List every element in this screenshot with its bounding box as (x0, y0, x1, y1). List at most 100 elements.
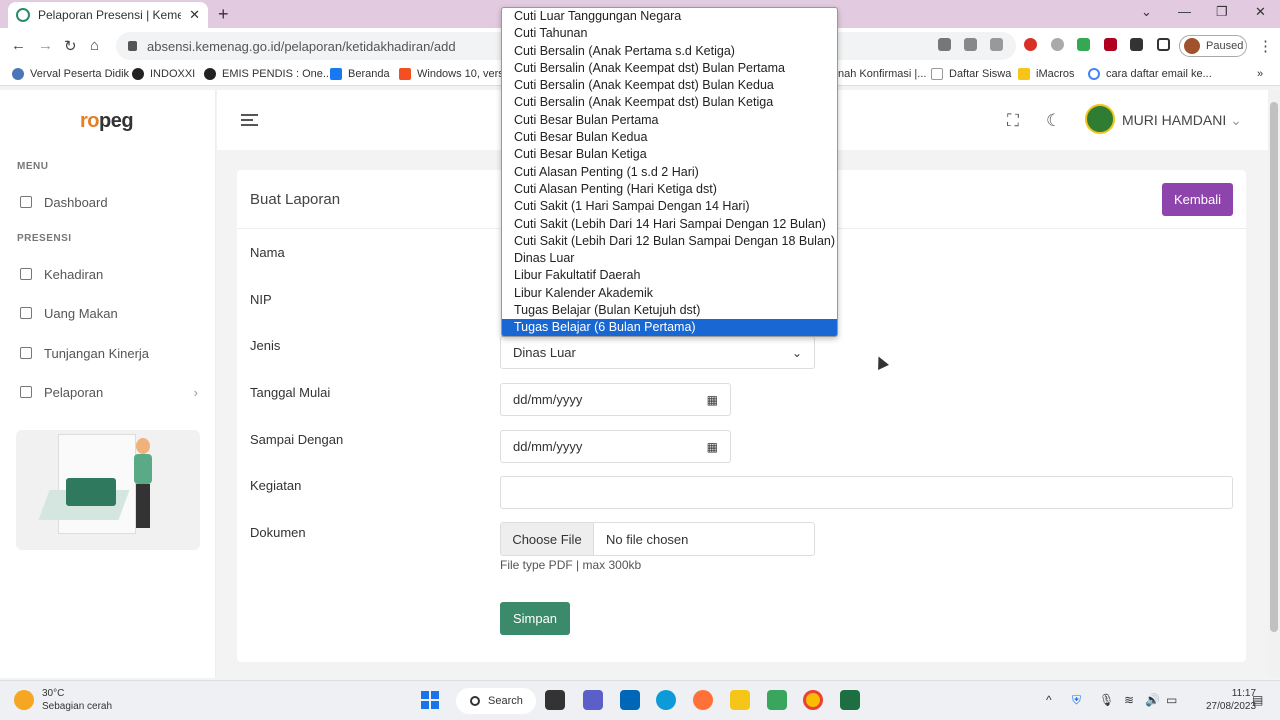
fullscreen-icon[interactable]: ⛶ (1007, 111, 1019, 131)
kegiatan-input[interactable] (500, 476, 1233, 509)
more-bookmarks-icon[interactable]: » (1257, 68, 1263, 80)
firefox-icon[interactable] (693, 690, 713, 710)
wifi-icon[interactable]: ≋ (1124, 693, 1134, 707)
dropdown-option[interactable]: Cuti Tahunan (502, 25, 837, 42)
bookmark-item[interactable]: Daftar Siswa (931, 68, 1011, 80)
dropdown-option[interactable]: Cuti Luar Tanggungan Negara (502, 8, 837, 25)
bookmark-item[interactable]: nah Konfirmasi |... (838, 68, 926, 80)
weather-widget[interactable]: 30°C Sebagian cerah (14, 687, 112, 713)
calendar-icon[interactable]: ▦ (707, 393, 718, 407)
sidebar-item-dashboard[interactable]: Dashboard (20, 187, 200, 217)
bookmark-item[interactable]: INDOXXI (132, 68, 195, 80)
dropdown-option[interactable]: Libur Fakultatif Daerah (502, 267, 837, 284)
dropdown-option[interactable]: Cuti Bersalin (Anak Pertama s.d Ketiga) (502, 43, 837, 60)
battery-icon[interactable]: ▭ (1166, 693, 1177, 707)
tab-search-icon[interactable]: ⌄ (1141, 4, 1152, 20)
back-icon[interactable]: ← (11, 37, 26, 54)
new-tab-button[interactable]: + (218, 4, 229, 25)
dark-mode-icon[interactable]: ☾ (1046, 111, 1061, 131)
bookmark-item[interactable]: cara daftar email ke... (1088, 68, 1212, 80)
extensions-puzzle-icon[interactable] (1130, 38, 1143, 51)
lock-icon (128, 41, 137, 51)
forward-icon[interactable]: → (38, 37, 53, 54)
extension-video-icon[interactable] (1104, 38, 1117, 51)
calendar-icon[interactable]: ▦ (707, 440, 718, 454)
dropdown-option[interactable]: Cuti Bersalin (Anak Keempat dst) Bulan P… (502, 60, 837, 77)
jenis-select[interactable]: Dinas Luar ⌄ (500, 336, 815, 369)
bookmark-item[interactable]: Verval Peserta Didik (12, 68, 129, 80)
window-close-icon[interactable]: ✕ (1255, 4, 1266, 20)
back-button[interactable]: Kembali (1162, 183, 1233, 216)
dropdown-option[interactable]: Cuti Alasan Penting (Hari Ketiga dst) (502, 181, 837, 198)
dropdown-option[interactable]: Dinas Luar (502, 250, 837, 267)
bookmark-star-icon[interactable] (990, 38, 1003, 51)
app-icon[interactable] (767, 690, 787, 710)
bookmark-item[interactable]: EMIS PENDIS : One... (204, 68, 332, 80)
file-explorer-icon[interactable] (730, 690, 750, 710)
sampai-dengan-input[interactable]: dd/mm/yyyy ▦ (500, 430, 731, 463)
share-icon[interactable] (964, 38, 977, 51)
home-icon (20, 196, 32, 208)
dropdown-option[interactable]: Cuti Besar Bulan Kedua (502, 129, 837, 146)
app-logo[interactable]: ropeg (80, 110, 134, 133)
notification-icon[interactable]: ▤ (1252, 693, 1263, 707)
tab-close-icon[interactable]: ✕ (189, 7, 200, 23)
chevron-down-icon: ⌄ (1230, 112, 1242, 128)
task-view-icon[interactable] (545, 690, 565, 710)
dokumen-file-input[interactable]: Choose File No file chosen (500, 522, 815, 556)
edge-icon[interactable] (656, 690, 676, 710)
presensi-heading: PRESENSI (17, 233, 72, 244)
sidepanel-icon[interactable] (1157, 38, 1170, 51)
dropdown-option[interactable]: Cuti Bersalin (Anak Keempat dst) Bulan K… (502, 94, 837, 111)
dropdown-option[interactable]: Cuti Sakit (Lebih Dari 14 Hari Sampai De… (502, 216, 837, 233)
dropdown-option[interactable]: Cuti Sakit (Lebih Dari 12 Bulan Sampai D… (502, 233, 837, 250)
tray-overflow-icon[interactable]: ^ (1046, 693, 1052, 707)
user-menu[interactable]: MURI HAMDANI ⌄ (1122, 112, 1242, 129)
store-icon[interactable] (620, 690, 640, 710)
site-icon (204, 68, 216, 80)
page-scrollbar[interactable] (1268, 90, 1280, 678)
dropdown-option[interactable]: Cuti Alasan Penting (1 s.d 2 Hari) (502, 164, 837, 181)
browser-menu-icon[interactable]: ⋮ (1258, 37, 1273, 55)
profile-button[interactable]: Paused (1179, 35, 1247, 57)
sidebar-item-tunjangan-kinerja[interactable]: Tunjangan Kinerja (20, 338, 200, 368)
choose-file-button[interactable]: Choose File (501, 523, 594, 555)
dropdown-option[interactable]: Cuti Sakit (1 Hari Sampai Dengan 14 Hari… (502, 198, 837, 215)
windows-start-icon[interactable] (421, 691, 439, 709)
bookmark-item[interactable]: Beranda (330, 68, 390, 80)
sidebar-item-kehadiran[interactable]: Kehadiran (20, 259, 200, 289)
dropdown-option[interactable]: Cuti Besar Bulan Ketiga (502, 146, 837, 163)
scroll-thumb[interactable] (1270, 102, 1278, 632)
minimize-icon[interactable]: — (1178, 4, 1191, 19)
translate-icon[interactable] (938, 38, 951, 51)
volume-icon[interactable]: 🔊 (1145, 693, 1160, 707)
reload-icon[interactable]: ↻ (64, 37, 77, 55)
dropdown-option[interactable]: Libur Kalender Akademik (502, 285, 837, 302)
extension-globe-icon[interactable] (1051, 38, 1064, 51)
dropdown-option[interactable]: Cuti Bersalin (Anak Keempat dst) Bulan K… (502, 77, 837, 94)
chrome-icon[interactable] (803, 690, 823, 710)
dropdown-option[interactable]: Tugas Belajar (6 Bulan Pertama) (502, 319, 837, 336)
excel-icon[interactable] (840, 690, 860, 710)
document-icon (931, 68, 943, 80)
security-shield-icon[interactable]: ⛨ (1072, 693, 1081, 708)
sampai-dengan-label: Sampai Dengan (250, 432, 344, 447)
dropdown-option[interactable]: Cuti Besar Bulan Pertama (502, 112, 837, 129)
bookmark-item[interactable]: Windows 10, versio (399, 68, 512, 80)
browser-tab[interactable]: Pelaporan Presensi | Kementerian ✕ (8, 2, 208, 28)
adblock-icon[interactable] (1024, 38, 1037, 51)
teams-icon[interactable] (583, 690, 603, 710)
microphone-icon[interactable]: 🎙 (1099, 693, 1114, 707)
taskbar-search[interactable]: Search (456, 688, 536, 714)
home-icon[interactable]: ⌂ (90, 37, 99, 54)
save-button[interactable]: Simpan (500, 602, 570, 635)
tanggal-mulai-input[interactable]: dd/mm/yyyy ▦ (500, 383, 731, 416)
maximize-icon[interactable]: ❐ (1216, 4, 1228, 20)
sidebar-item-pelaporan[interactable]: Pelaporan › (20, 377, 200, 407)
sidebar-item-uang-makan[interactable]: Uang Makan (20, 298, 200, 328)
system-clock[interactable]: 11:17 27/08/2023 (1206, 687, 1256, 713)
dropdown-option[interactable]: Tugas Belajar (Bulan Ketujuh dst) (502, 302, 837, 319)
menu-toggle-icon[interactable] (241, 114, 258, 126)
extension-leaf-icon[interactable] (1077, 38, 1090, 51)
bookmark-item[interactable]: iMacros (1018, 68, 1075, 80)
